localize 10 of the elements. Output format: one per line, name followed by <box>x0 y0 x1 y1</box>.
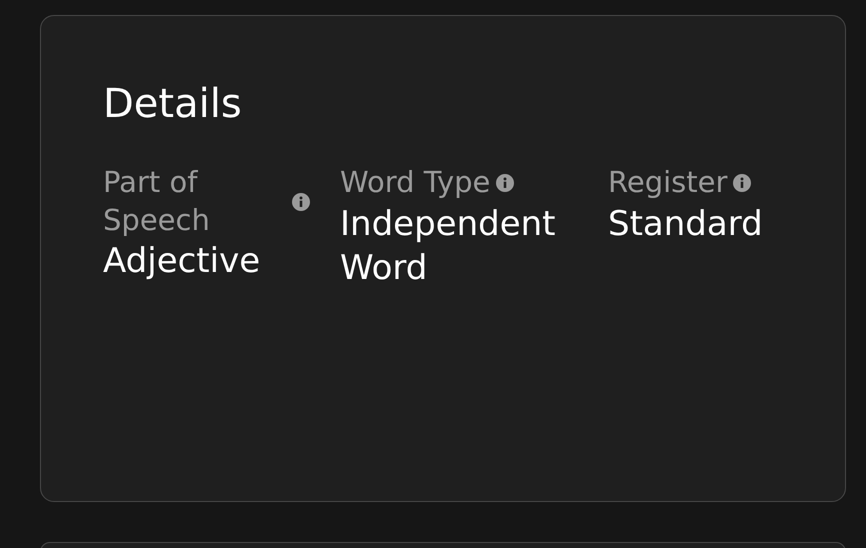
field-value: Standard <box>608 202 764 246</box>
field-label: Part of Speech <box>103 164 211 239</box>
field-value: Adjective <box>103 240 262 284</box>
info-icon[interactable] <box>496 174 514 192</box>
card-title: Details <box>103 82 243 126</box>
info-icon[interactable] <box>733 174 752 192</box>
field-value: Independent Word <box>340 202 557 290</box>
field-label: Word Type <box>340 164 490 201</box>
info-icon[interactable] <box>292 192 310 211</box>
field-label: Register <box>608 164 728 201</box>
